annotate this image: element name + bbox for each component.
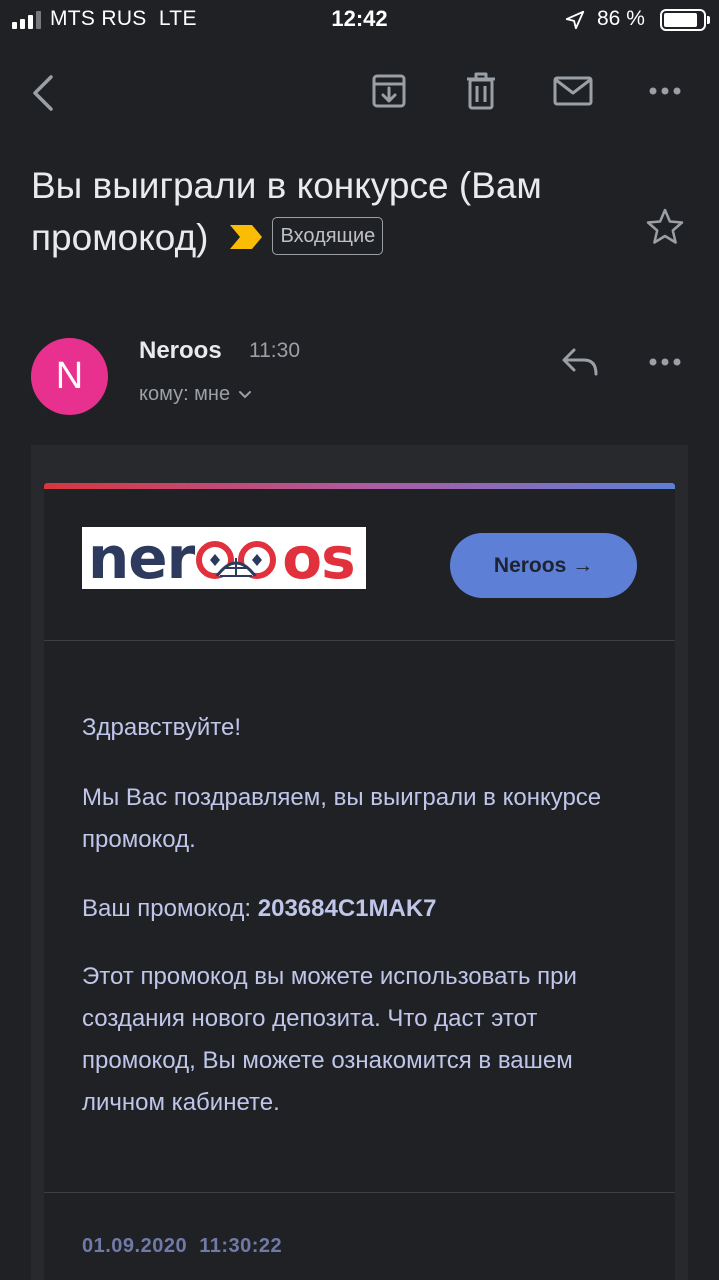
globe-logo-icon <box>196 541 277 579</box>
neroos-link-button[interactable]: Neroos → <box>450 533 637 598</box>
star-button[interactable] <box>643 205 687 249</box>
delete-button[interactable] <box>458 68 504 114</box>
status-bar: MTS RUS LTE 12:42 86 % <box>0 0 719 40</box>
more-horizontal-icon <box>649 87 681 95</box>
congratulation-text: Мы Вас поздравляем, вы выиграли в конкур… <box>82 784 602 853</box>
recipient-text: кому: мне <box>139 383 231 405</box>
promo-code-line: Ваш промокод: 203684C1MAK7 <box>82 888 642 930</box>
logo-text: ner <box>88 524 195 592</box>
inbox-label-chip[interactable]: Входящие <box>272 217 384 256</box>
archive-button[interactable] <box>366 68 412 114</box>
sent-datetime: 01.09.2020 11:30:22 <box>82 1235 283 1257</box>
sender-avatar[interactable]: N <box>31 338 108 415</box>
battery-tip <box>707 16 710 24</box>
divider <box>44 640 675 641</box>
promo-code-label: Ваш промокод: <box>82 895 258 922</box>
back-arrow-icon <box>33 75 53 111</box>
more-horizontal-icon <box>649 358 681 366</box>
email-content-card: ner os Neroos → Здравствуйте! Мы Вас поз… <box>44 483 675 1280</box>
greeting-text: Здравствуйте! <box>82 714 242 741</box>
message-more-button[interactable] <box>642 340 688 384</box>
mark-unread-button[interactable] <box>548 68 598 114</box>
mail-icon <box>553 76 593 106</box>
star-icon <box>646 208 684 244</box>
archive-icon <box>372 74 406 108</box>
recipient-details-toggle[interactable]: кому: мне <box>139 383 252 406</box>
logo-text-red: os <box>282 524 355 592</box>
battery-icon <box>660 9 706 31</box>
sender-name: Neroos <box>139 337 222 364</box>
battery-percent: 86 % <box>597 7 645 30</box>
email-body-container: ner os Neroos → Здравствуйте! Мы Вас поз… <box>31 445 688 1280</box>
reply-button[interactable] <box>556 340 604 384</box>
more-options-button[interactable] <box>642 68 688 114</box>
email-subject: Вы выиграли в конкурсе (Вам промокод) Вх… <box>31 160 591 264</box>
promo-code-value[interactable]: 203684C1MAK7 <box>258 895 437 922</box>
location-arrow-icon <box>565 10 585 30</box>
divider <box>44 1192 675 1193</box>
reply-icon <box>562 348 598 376</box>
trash-icon <box>467 72 495 110</box>
importance-marker-icon[interactable] <box>228 223 264 251</box>
sender-time: 11:30 <box>249 339 300 362</box>
promo-description-text: Этот промокод вы можете использовать при… <box>82 963 577 1116</box>
back-button[interactable] <box>20 70 66 116</box>
neroos-logo[interactable]: ner os <box>82 527 366 589</box>
chevron-down-icon <box>239 390 252 398</box>
header-gradient-bar <box>44 483 675 489</box>
